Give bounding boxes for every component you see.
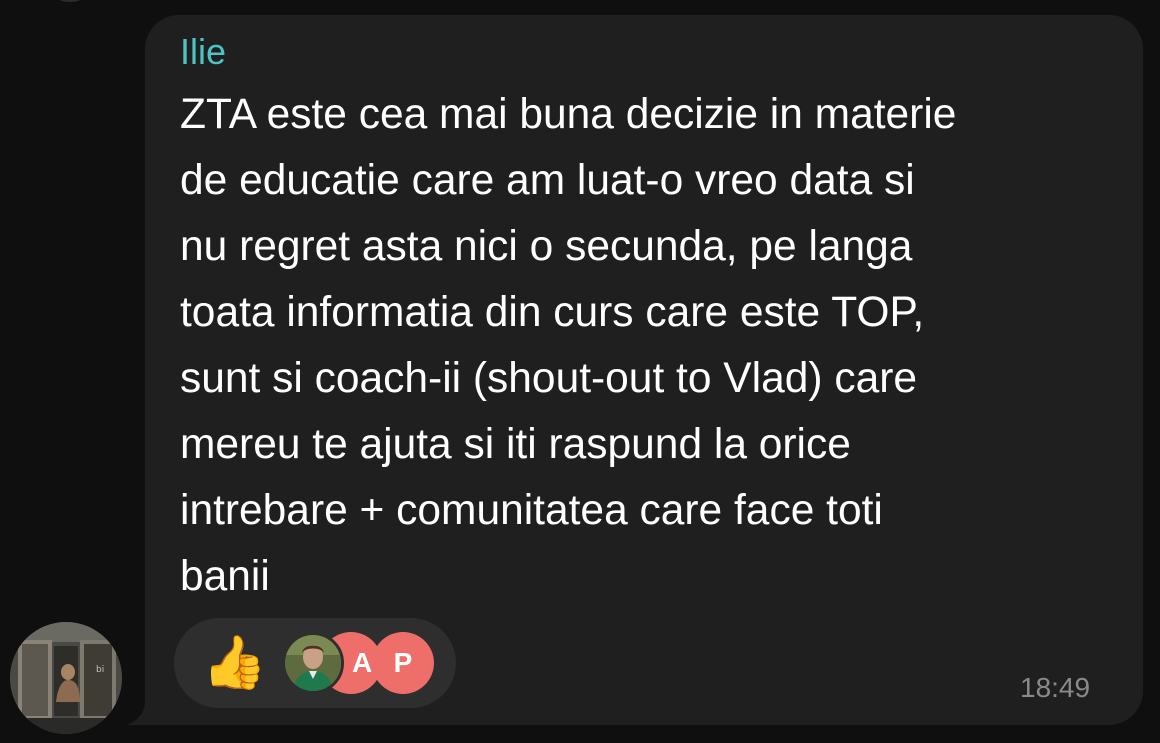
message-line: mereu te ajuta si iti raspund la orice [180,421,851,468]
user-photo-avatar-icon [285,635,341,691]
message-text: ZTA este cea mai buna decizie in materie… [180,82,1130,610]
chat-view: Ilie ZTA este cea mai buna decizie in ma… [0,0,1160,743]
message-timestamp: 18:49 [1020,672,1091,703]
message-line: banii [180,553,270,600]
sender-name[interactable]: Ilie [180,30,226,74]
sender-photo-icon: bi [10,622,122,734]
message-line: ZTA este cea mai buna decizie in materie [180,91,957,138]
sender-avatar[interactable]: bi [10,622,122,734]
message-line: intrebare + comunitatea care face toti [180,487,883,534]
message-line: toata informatia din curs care este TOP, [180,289,925,336]
reaction-pill[interactable]: 👍 P A [174,618,456,708]
reactor-initial: P [393,647,413,678]
reactor-initial: A [352,647,373,678]
reactor-photo-avatar [282,632,344,694]
message-line: sunt si coach-ii (shout-out to Vlad) car… [180,355,918,402]
message-line: de educatie care am luat-o vreo data si [180,157,915,204]
sign-text: bi [96,665,104,675]
thumbs-up-icon: 👍 [202,634,267,692]
message-line: nu regret asta nici o secunda, pe langa [180,223,913,270]
previous-message-avatar[interactable] [40,0,100,2]
